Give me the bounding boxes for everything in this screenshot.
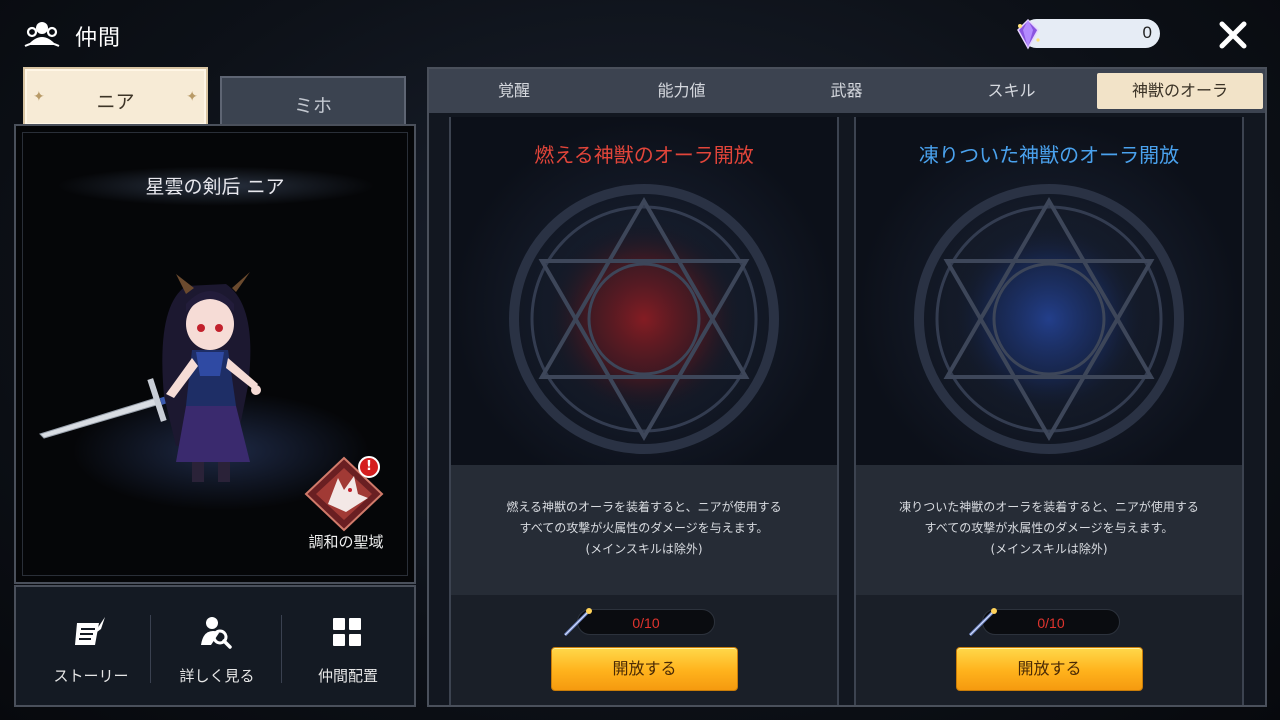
character-panel: 星雲の剣后 ニア ! 調和の聖域 [14,124,416,584]
divider [150,615,151,683]
aura-title: 燃える神獣のオーラ開放 [534,143,754,167]
formation-label: 仲間配置 [317,667,378,685]
character-tab-nia[interactable]: ✦ ニア ✦ [23,67,208,125]
sparkle-icon: ✦ [186,89,198,105]
tab-bar: 覚醒 能力値 武器 スキル 神獣のオーラ [429,69,1265,113]
aura-title: 凍りついた神獣のオーラ開放 [918,143,1180,167]
aura-description: 凍りついた神獣のオーラを装着すると、ニアが使用する すべての攻撃が水属性のダメー… [856,465,1242,595]
alert-badge: ! [358,456,380,478]
release-button[interactable]: 開放する [551,647,738,691]
character-portrait[interactable] [36,266,336,486]
close-button[interactable] [1214,16,1252,54]
grid-icon [333,618,361,646]
details-button[interactable]: 詳しく見る [152,587,282,705]
desc-line: 燃える神獣のオーラを装着すると、ニアが使用する [506,500,782,514]
tab-weapon[interactable]: 武器 [764,73,929,109]
character-tab-miho[interactable]: ミホ [220,76,406,126]
aura-actions: 0/10 開放する [856,595,1242,705]
top-bar: 仲間 0 [0,0,1280,66]
sanctuary-label: 調和の聖域 [308,533,384,551]
tab-awakening[interactable]: 覚醒 [429,73,599,109]
release-button[interactable]: 開放する [956,647,1143,691]
hexagram-circle-icon [914,184,1184,454]
hexagram-circle-icon [509,184,779,454]
desc-line: 凍りついた神獣のオーラを装着すると、ニアが使用する [899,500,1199,514]
ice-aura-card: 凍りついた神獣のオーラ開放 凍りついた神獣のオーラを装着すると、ニアが使用する … [854,117,1244,705]
tab-stats[interactable]: 能力値 [599,73,764,109]
character-tab-label: ニア [96,91,135,113]
details-label: 詳しく見る [179,667,255,685]
desc-line: (メインスキルは除外) [990,542,1108,556]
aura-display: 燃える神獣のオーラ開放 [451,117,837,465]
fire-aura-card: 燃える神獣のオーラ開放 燃える神獣のオーラを装着すると、ニアが使用する すべての… [449,117,839,705]
inspect-person-icon [201,617,232,649]
companions-icon [24,22,60,47]
progress-text: 0/10 [1037,615,1065,631]
page-title: 仲間 [75,26,122,51]
desc-line: (メインスキルは除外) [585,542,703,556]
character-name: 星雲の剣后 ニア [145,176,285,198]
character-tab-label: ミホ [293,95,332,117]
aura-display: 凍りついた神獣のオーラ開放 [856,117,1242,465]
currency-value: 0 [1142,23,1152,42]
material-progress: 0/10 [577,609,715,635]
story-label: ストーリー [53,667,129,685]
story-button[interactable]: ストーリー [26,587,156,705]
aura-description: 燃える神獣のオーラを装着すると、ニアが使用する すべての攻撃が火属性のダメージを… [451,465,837,595]
material-progress: 0/10 [982,609,1120,635]
tab-beast-aura[interactable]: 神獣のオーラ [1097,73,1263,109]
action-bar: ストーリー 詳しく見る 仲間配置 [14,585,416,707]
aura-section: 覚醒 能力値 武器 スキル 神獣のオーラ 燃える神獣のオーラ開放 燃える神獣のオ… [427,67,1267,707]
progress-text: 0/10 [632,615,660,631]
desc-line: すべての攻撃が火属性のダメージを与えます。 [519,521,769,535]
divider [281,615,282,683]
desc-line: すべての攻撃が水属性のダメージを与えます。 [924,521,1174,535]
wand-icon [968,608,997,637]
quill-scroll-icon [75,617,105,645]
wand-icon [563,608,592,637]
crystal-gem-icon [1017,18,1040,50]
aura-actions: 0/10 開放する [451,595,837,705]
tab-skill[interactable]: スキル [929,73,1094,109]
formation-button[interactable]: 仲間配置 [283,587,413,705]
